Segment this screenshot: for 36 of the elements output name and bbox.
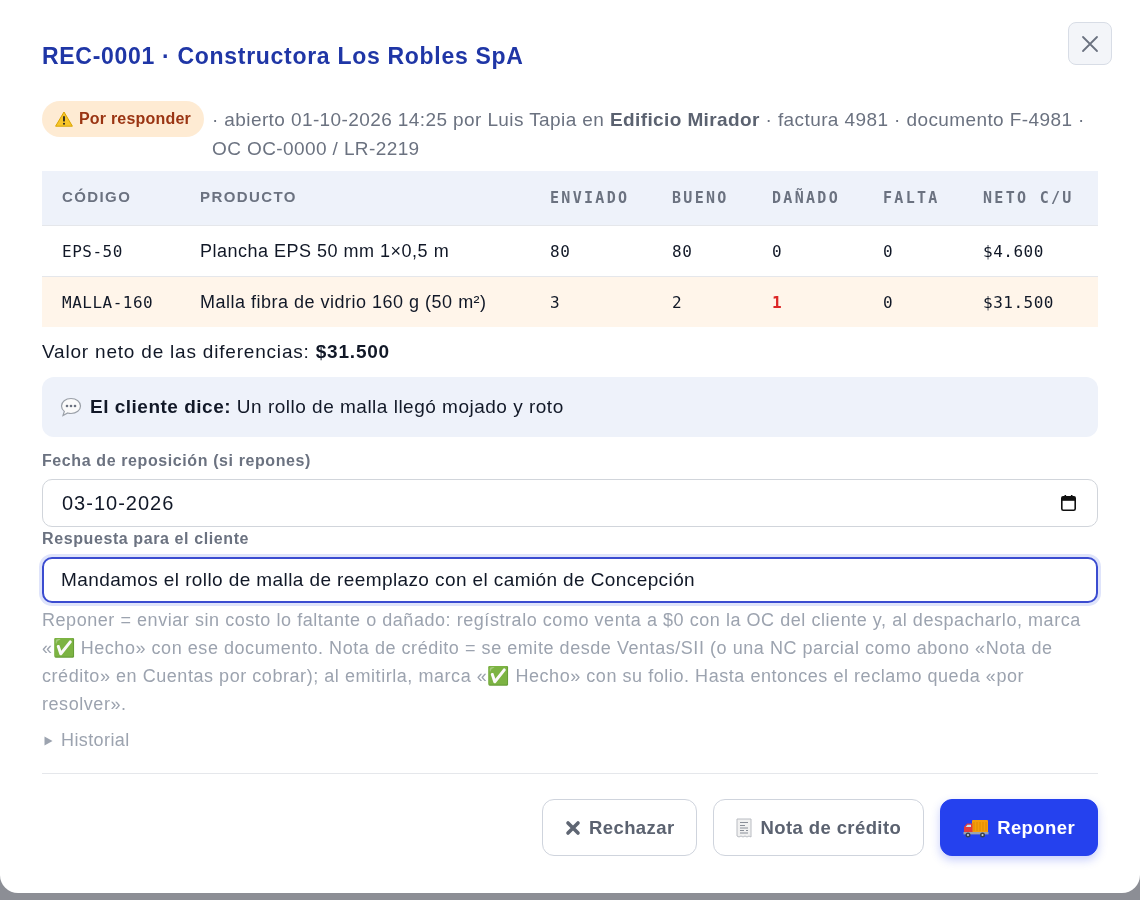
- cross-icon: [565, 819, 581, 836]
- difference-total: Valor neto de las diferencias: $31.500: [42, 340, 391, 364]
- column-header: NETO C/U: [963, 171, 1098, 226]
- reply-field[interactable]: Mandamos el rollo de malla de reemplazo con el camión de Concepción: [42, 557, 1098, 603]
- table-cell: $31.500: [963, 276, 1098, 327]
- credit-button[interactable]: Nota de crédito: [713, 799, 925, 856]
- column-header: FALTA: [863, 171, 963, 226]
- table-cell: 3: [530, 276, 652, 327]
- table-cell: MALLA-160: [42, 276, 180, 327]
- column-header: DAÑADO: [752, 171, 863, 226]
- restock-button[interactable]: Reponer: [940, 799, 1098, 856]
- field-label: Respuesta para el cliente: [42, 529, 251, 549]
- field-label: Fecha de reposición (si repones): [42, 451, 313, 471]
- close-icon: [1080, 33, 1100, 54]
- table-cell: Malla fibra de vidrio 160 g (50 m²): [180, 276, 530, 327]
- help-text: Reponer = enviar sin costo lo faltante o dañado: regístralo como venta a $0 con la OC del cliente y, al despacharlo, marca «✅ Hecho» con ese documento. Nota de crédito = se emite desde Ventas/SII (o una NC parcial como abono «Nota de crédito» en Cuentas por cobrar); al emitirla, marca «✅ Hecho» con su folio. Hasta entonces el reclamo queda «por resolver».: [42, 609, 1082, 716]
- column-header: ENVIADO: [530, 171, 652, 226]
- disclosure-triangle-icon: [44, 735, 53, 746]
- reject-button[interactable]: Rechazar: [542, 799, 698, 856]
- dialog-title: REC-0001 · Constructora Los Robles SpA: [42, 42, 524, 71]
- calendar-icon[interactable]: [1061, 495, 1076, 511]
- date-field[interactable]: 03-10-2026: [42, 479, 1098, 527]
- column-header: BUENO: [652, 171, 752, 226]
- warning-icon: [55, 111, 73, 127]
- table-cell: 2: [652, 276, 752, 327]
- table-cell: 1: [752, 276, 863, 327]
- status-label: Por responder: [79, 110, 191, 128]
- receipt-icon: [736, 817, 753, 838]
- client-message: El cliente dice: Un rollo de malla llegó mojado y roto: [90, 396, 564, 418]
- close-button[interactable]: [1068, 22, 1112, 65]
- column-header: CÓDIGO: [42, 171, 180, 226]
- speech-bubble-icon: [60, 397, 82, 417]
- truck-icon: [963, 817, 990, 838]
- table-cell: 0: [863, 276, 963, 327]
- column-header: PRODUCTO: [180, 171, 530, 226]
- claim-details: · abierto 01-10-2026 14:25 por Luis Tapia en Edificio Mirador · factura 4981 · documento F-4981 · OC OC-0000 / LR-2219: [211, 108, 1086, 161]
